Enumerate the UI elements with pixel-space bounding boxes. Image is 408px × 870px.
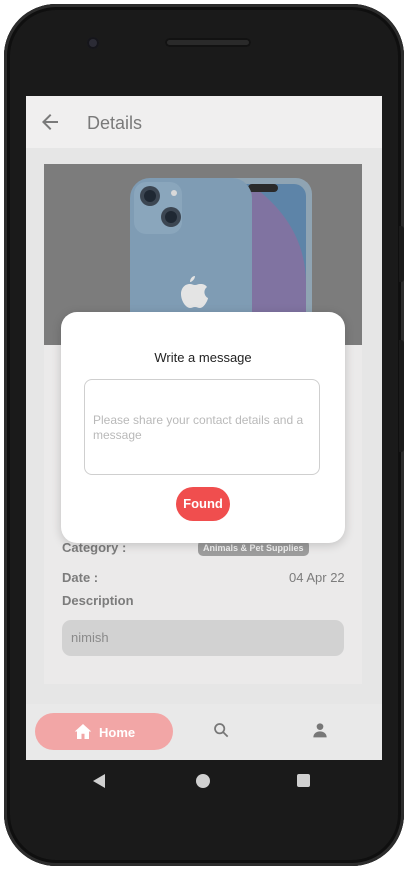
volume-button bbox=[399, 226, 404, 282]
power-button bbox=[399, 340, 404, 452]
home-tab-button[interactable]: Home bbox=[35, 713, 173, 750]
nav-home-icon[interactable] bbox=[196, 774, 210, 788]
profile-icon[interactable] bbox=[312, 722, 328, 738]
message-input[interactable]: Please share your contact details and a … bbox=[84, 379, 320, 475]
found-button[interactable]: Found bbox=[176, 487, 230, 521]
arrow-back-icon[interactable] bbox=[38, 110, 62, 134]
app-screen: Details Category: Animals & Pet Supplie… bbox=[26, 96, 382, 760]
date-label: Date : bbox=[62, 570, 99, 585]
message-dialog: Write a message Please share your contac… bbox=[61, 312, 345, 543]
description-value: nimish bbox=[71, 630, 109, 645]
app-bar: Details bbox=[26, 96, 382, 148]
front-camera bbox=[87, 37, 99, 49]
system-navigation-bar bbox=[26, 760, 382, 804]
home-tab-label: Home bbox=[99, 725, 136, 740]
dialog-title: Write a message bbox=[154, 350, 252, 365]
description-label: Description bbox=[62, 593, 134, 608]
date-value: 04 Apr 22 bbox=[289, 570, 345, 585]
home-icon bbox=[74, 724, 92, 739]
nav-recents-icon[interactable] bbox=[297, 774, 310, 787]
bottom-navigation: Home bbox=[26, 704, 382, 760]
nav-back-icon[interactable] bbox=[92, 773, 106, 789]
page-title: Details bbox=[87, 113, 143, 133]
earpiece-speaker bbox=[165, 38, 251, 47]
description-box: nimish bbox=[62, 620, 344, 656]
search-icon[interactable] bbox=[213, 722, 229, 738]
message-placeholder: Please share your contact details and a … bbox=[93, 413, 304, 442]
